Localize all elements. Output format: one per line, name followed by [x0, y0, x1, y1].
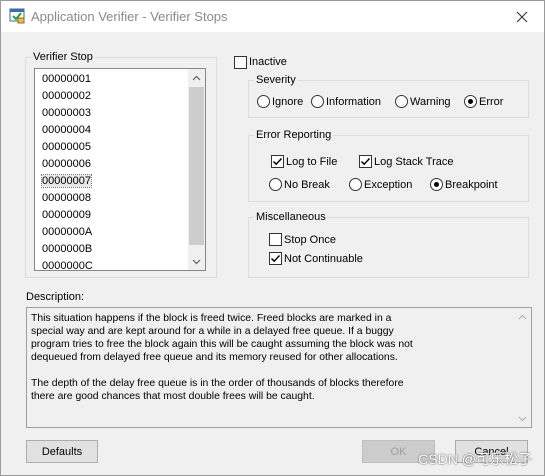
severity-label-information: Information	[326, 96, 382, 108]
description-scroll-up[interactable]	[514, 308, 531, 325]
log-stack-trace-checkbox[interactable]	[359, 155, 372, 168]
severity-radio-error[interactable]	[464, 95, 477, 108]
verifier-stop-item-label: 00000005	[42, 141, 91, 153]
verifier-stop-item-label: 00000002	[42, 90, 91, 102]
description-text: This situation happens if the block is f…	[31, 313, 413, 402]
defaults-button[interactable]: Defaults	[26, 440, 98, 463]
inactive-checkbox[interactable]	[234, 56, 247, 69]
checkmark-icon	[272, 157, 283, 166]
verifier-stop-list-item[interactable]: 00000007	[35, 173, 187, 190]
verifier-stop-item-label: 00000003	[42, 107, 91, 119]
break-label-exception: Exception	[364, 179, 413, 191]
verifier-stop-item-label: 00000008	[42, 192, 91, 204]
scroll-thumb[interactable]	[189, 87, 204, 245]
verifier-stop-list-item[interactable]: 00000008	[35, 190, 187, 207]
verifier-stop-list-item[interactable]: 0000000C	[35, 258, 187, 271]
verifier-stops-dialog: Application Verifier - Verifier Stops Ve…	[0, 0, 545, 476]
log-to-file-label: Log to File	[286, 156, 338, 168]
verifier-stop-group-label: Verifier Stop	[31, 51, 95, 63]
verifier-stop-list-item[interactable]: 0000000A	[35, 224, 187, 241]
verifier-stop-item-label: 00000009	[42, 209, 91, 221]
description-scroll-down[interactable]	[514, 410, 531, 427]
chevron-up-icon	[192, 75, 201, 80]
break-label-breakpoint: Breakpoint	[445, 179, 498, 191]
verifier-stop-list-item[interactable]: 00000006	[35, 156, 187, 173]
severity-radio-ignore[interactable]	[257, 95, 270, 108]
description-scrollbar[interactable]	[514, 308, 531, 427]
error-reporting-group-label: Error Reporting	[254, 129, 334, 141]
break-radio-breakpoint[interactable]	[430, 178, 443, 191]
description-label: Description:	[26, 291, 85, 303]
verifier-stop-list-item[interactable]: 00000002	[35, 88, 187, 105]
verifier-stop-list-item[interactable]: 00000004	[35, 122, 187, 139]
miscellaneous-group-label: Miscellaneous	[254, 211, 328, 223]
close-icon	[516, 11, 528, 22]
severity-label-error: Error	[479, 96, 504, 108]
severity-radio-warning[interactable]	[395, 95, 408, 108]
severity-radio-information[interactable]	[311, 95, 324, 108]
inactive-label: Inactive	[249, 56, 287, 68]
log-to-file-checkbox[interactable]	[271, 155, 284, 168]
verifier-stop-list-item[interactable]: 00000009	[35, 207, 187, 224]
severity-label-ignore: Ignore	[272, 96, 304, 108]
stop-once-checkbox[interactable]	[269, 233, 282, 246]
chevron-up-icon	[518, 314, 527, 319]
verifier-stop-item-label: 0000000B	[42, 243, 93, 255]
chevron-down-icon	[518, 416, 527, 421]
break-label-no-break: No Break	[284, 179, 330, 191]
verifier-stop-list-item[interactable]: 0000000B	[35, 241, 187, 258]
not-continuable-checkbox[interactable]	[269, 252, 282, 265]
break-radio-exception[interactable]	[349, 178, 362, 191]
checkmark-icon	[270, 254, 281, 263]
verifier-stop-listbox[interactable]: 00000001 00000002 00000003 00000004 00000005…	[34, 68, 206, 271]
verifier-stop-list: 00000001 00000002 00000003 00000004 00000005…	[35, 71, 187, 271]
listbox-scrollbar[interactable]	[188, 69, 205, 270]
severity-label-warning: Warning	[410, 96, 451, 108]
title-bar[interactable]: Application Verifier - Verifier Stops	[1, 1, 544, 32]
log-stack-trace-label: Log Stack Trace	[374, 156, 454, 168]
checkmark-icon	[360, 157, 371, 166]
verifier-stop-item-label: 0000000C	[42, 260, 93, 271]
application-verifier-icon	[9, 8, 25, 24]
verifier-stop-item-label: 0000000A	[42, 226, 93, 238]
verifier-stop-list-item[interactable]: 00000003	[35, 105, 187, 122]
verifier-stop-list-item[interactable]: 00000005	[35, 139, 187, 156]
verifier-stop-list-item[interactable]: 00000001	[35, 71, 187, 88]
verifier-stop-item-label: 00000006	[42, 158, 91, 170]
stop-once-label: Stop Once	[284, 234, 336, 246]
verifier-stop-item-label: 00000001	[42, 73, 91, 85]
window-title: Application Verifier - Verifier Stops	[31, 9, 228, 24]
scroll-down-button[interactable]	[188, 253, 205, 270]
watermark-text: CSDN @可乐松子	[418, 451, 532, 467]
verifier-stop-item-label: 00000004	[42, 124, 91, 136]
close-button[interactable]	[500, 1, 544, 32]
miscellaneous-group	[248, 217, 529, 278]
severity-group-label: Severity	[254, 74, 298, 86]
error-reporting-group	[248, 135, 529, 202]
not-continuable-label: Not Continuable	[284, 253, 363, 265]
verifier-stop-item-label: 00000007	[41, 174, 92, 188]
chevron-down-icon	[192, 259, 201, 264]
break-radio-no-break[interactable]	[269, 178, 282, 191]
description-textbox[interactable]: This situation happens if the block is f…	[26, 307, 532, 428]
scroll-up-button[interactable]	[188, 69, 205, 86]
